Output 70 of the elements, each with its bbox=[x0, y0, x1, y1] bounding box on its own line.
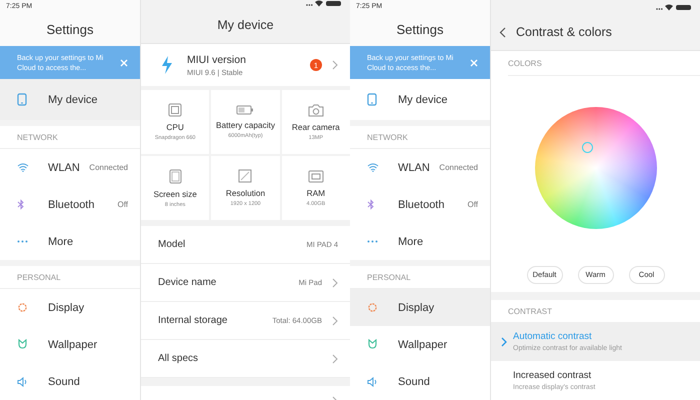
back-icon[interactable] bbox=[499, 26, 506, 38]
option-title: Automatic contrast bbox=[513, 331, 593, 342]
sidebar-item[interactable]: My device bbox=[0, 79, 140, 120]
more-icon bbox=[367, 240, 378, 243]
sidebar-item[interactable]: Bluetooth Off bbox=[350, 186, 490, 223]
spec-label: Rear camera bbox=[292, 122, 340, 132]
memory-icon bbox=[308, 170, 324, 182]
sidebar-item[interactable]: Sound bbox=[0, 363, 140, 400]
sidebar-item[interactable]: Display bbox=[0, 289, 140, 326]
sidebar-item[interactable]: Bluetooth Off bbox=[0, 186, 140, 223]
sidebar-item[interactable]: Sound bbox=[350, 363, 490, 400]
wifi-icon bbox=[367, 163, 379, 172]
item-value: Connected bbox=[439, 163, 478, 172]
speaker-icon bbox=[367, 376, 378, 386]
section-header: NETWORK bbox=[367, 132, 408, 142]
status-icons bbox=[656, 4, 692, 10]
section-header: CONTRAST bbox=[508, 306, 552, 316]
row-label: Model bbox=[158, 239, 186, 250]
section-header: COLORS bbox=[508, 58, 542, 68]
row-label: Device name bbox=[158, 277, 216, 288]
tablet-icon bbox=[17, 93, 27, 106]
item-value: Off bbox=[467, 200, 478, 209]
color-picker-handle[interactable] bbox=[582, 142, 592, 153]
lightning-icon bbox=[161, 56, 173, 74]
version-title: MIUI version bbox=[187, 54, 246, 66]
spec-label: Resolution bbox=[226, 188, 266, 198]
sidebar-item[interactable]: Display bbox=[350, 289, 490, 326]
camera-icon bbox=[308, 104, 324, 116]
tablet-icon bbox=[168, 168, 182, 184]
more-icon bbox=[17, 240, 28, 243]
wifi-icon bbox=[17, 163, 29, 172]
resolution-icon bbox=[238, 169, 252, 183]
speaker-icon bbox=[17, 376, 28, 386]
sidebar-title: Settings bbox=[46, 22, 94, 37]
section-header: PERSONAL bbox=[17, 272, 61, 282]
bluetooth-icon bbox=[17, 199, 25, 210]
chevron-icon bbox=[501, 336, 507, 346]
sun-icon bbox=[367, 302, 378, 313]
sun-icon bbox=[17, 302, 28, 313]
row-label: All specs bbox=[158, 353, 198, 364]
close-icon[interactable] bbox=[120, 58, 128, 66]
tulip-icon bbox=[17, 339, 28, 350]
spec-label: Battery capacity bbox=[216, 120, 275, 130]
item-value: Off bbox=[117, 200, 128, 209]
sidebar-item[interactable]: More bbox=[0, 223, 140, 260]
page-title: Contrast & colors bbox=[516, 25, 612, 39]
battery-icon bbox=[236, 105, 254, 115]
item-value: Connected bbox=[89, 163, 128, 172]
tablet-icon bbox=[367, 93, 377, 106]
close-icon[interactable] bbox=[470, 58, 478, 66]
page-title: My device bbox=[217, 18, 274, 32]
sidebar-item[interactable]: WLAN Connected bbox=[350, 149, 490, 186]
sidebar-item[interactable]: My device bbox=[350, 79, 490, 120]
spec-label: Screen size bbox=[153, 188, 197, 198]
sidebar-item[interactable]: More bbox=[350, 223, 490, 260]
spec-label: RAM bbox=[306, 188, 326, 198]
section-header: NETWORK bbox=[17, 132, 58, 142]
sidebar-item[interactable]: Wallpaper bbox=[350, 326, 490, 363]
sidebar-title: Settings bbox=[396, 22, 444, 37]
sidebar-item[interactable]: WLAN Connected bbox=[0, 149, 140, 186]
tulip-icon bbox=[367, 339, 378, 350]
option-title: Increased contrast bbox=[513, 370, 592, 381]
row-label: Internal storage bbox=[158, 315, 228, 326]
section-header: PERSONAL bbox=[367, 272, 411, 282]
bluetooth-icon bbox=[367, 199, 375, 210]
spec-label: CPU bbox=[166, 122, 184, 132]
sidebar-item[interactable]: Wallpaper bbox=[0, 326, 140, 363]
chip-icon bbox=[168, 103, 182, 117]
status-icons bbox=[306, 0, 342, 7]
chevron-icon bbox=[332, 60, 338, 70]
